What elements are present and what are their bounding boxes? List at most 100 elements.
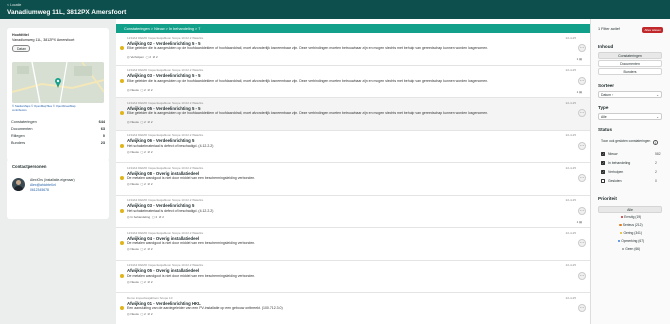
item-tags: ◎ In behandeling ▢ 2 ⊘ 2	[127, 215, 164, 219]
map-attribution-2[interactable]: contributors	[12, 108, 27, 112]
photo-count: 1 ▤	[576, 89, 582, 94]
tab-constateringen[interactable]: Constateringen	[598, 52, 662, 59]
item-meta: Demo inspectiesjabloon Scope 10	[127, 295, 173, 300]
list-item[interactable]: 1234A3 DEMO Inspectiesjabloon Scope 10.0…	[116, 228, 590, 261]
item-title[interactable]: Afwijking 01 - Verdeelinrichting HKL	[127, 301, 201, 306]
info-icon[interactable]: i	[653, 140, 658, 145]
item-description: De metalen wandgoot is niet door middel …	[127, 176, 256, 180]
priority-all[interactable]: Alle	[598, 206, 662, 213]
priority-option[interactable]: Serieus (212)	[611, 223, 651, 227]
stat-label: Bunders	[11, 141, 26, 145]
stat-row[interactable]: Rillegen 0	[11, 134, 105, 138]
priority-label: Serieus (212)	[622, 223, 643, 227]
tab-documenten[interactable]: Documenten	[598, 60, 662, 67]
photo-count: 1 ▤	[576, 57, 582, 61]
status-checkbox[interactable]: ✓ In behandeling 2	[601, 161, 661, 166]
more-options-icon[interactable]: ⋯	[578, 44, 586, 52]
item-title[interactable]: Afwijking 04 - Overig installatiedeel	[127, 236, 199, 241]
item-description: Een aansluiting van de aardegeleider van…	[127, 306, 283, 310]
back-link[interactable]: < Locatie	[7, 3, 21, 7]
tab-bunders[interactable]: Bunders	[598, 68, 662, 75]
more-options-icon[interactable]: ⋯	[578, 141, 586, 150]
attachment-count: 2	[150, 182, 153, 186]
more-options-icon[interactable]: ⋯	[578, 76, 586, 85]
item-description: Elke geleider die is aangesloten op de h…	[127, 111, 489, 115]
findings-list: Constateringen > Nieuw > In behandeling …	[116, 19, 590, 324]
item-date: 22-4-25	[565, 295, 576, 300]
list-item[interactable]: 1234A3 DEMO Inspectiesjabloon Scope 10.0…	[116, 163, 590, 196]
list-item[interactable]: 1234A3 DEMO Inspectiesjabloon Scope 10.0…	[116, 98, 590, 131]
more-options-icon[interactable]: ⋯	[578, 239, 586, 247]
check-icon[interactable]: ✓	[601, 170, 605, 174]
contact-phone[interactable]: 0612345678	[30, 188, 49, 192]
status-checkbox[interactable]: Gesloten 0	[601, 179, 661, 184]
item-status: Nieuw	[130, 279, 139, 284]
item-title[interactable]: Afwijking 03 - Verdeelinrichting 5	[127, 203, 194, 208]
type-select[interactable]: Alle ⌄	[598, 113, 662, 120]
list-item[interactable]: 1234A3 DEMO Inspectiesjabloon Scope 10.0…	[116, 195, 590, 228]
priority-option[interactable]: Geen (66)	[611, 247, 651, 251]
item-title[interactable]: Afwijking 05 - Verdeelinrichting 5 - 5	[127, 106, 201, 111]
sort-select[interactable]: Datum ↑ ⌄	[598, 91, 662, 98]
stat-row[interactable]: Documenten 63	[11, 127, 105, 131]
filter-breadcrumb[interactable]: Constateringen > Nieuw > In behandeling …	[116, 24, 590, 33]
stat-label: Rillegen	[11, 134, 25, 138]
stat-row[interactable]: Bunders 23	[11, 141, 105, 145]
status-checkbox[interactable]: ✓ Verholpen 2	[601, 170, 661, 175]
item-title[interactable]: Afwijking 02 - Verdeelinrichting 5 - 5	[127, 41, 201, 46]
item-date: 22-4-25	[565, 100, 576, 105]
priority-option[interactable]: Gering (341)	[611, 231, 651, 235]
item-title[interactable]: Afwijking 03 - Verdeelinrichting 5 - 5	[127, 73, 201, 78]
priority-dot	[621, 247, 625, 250]
item-title[interactable]: Afwijking 06 - Verdeelinrichting 5	[127, 138, 194, 143]
item-status: Nieuw	[130, 120, 139, 124]
item-status: Nieuw	[130, 149, 139, 154]
list-item[interactable]: 1234A3 DEMO Inspectiesjabloon Scope 10.0…	[116, 33, 590, 66]
tag-chip[interactable]: Datan	[12, 45, 30, 52]
item-title[interactable]: Afwijking 05 - Overig installatiedeel	[127, 268, 199, 273]
list-item[interactable]: 1234A3 DEMO Inspectiesjabloon Scope 10.0…	[116, 65, 590, 98]
attachment-count: 2	[156, 55, 158, 59]
stat-label: Constateringen	[11, 120, 37, 124]
status-checkbox[interactable]: ✓ Nieuw 582	[601, 152, 661, 157]
check-icon[interactable]: ✓	[601, 152, 605, 156]
clear-filters-button[interactable]: Alles wissen	[642, 27, 663, 33]
check-icon[interactable]	[601, 179, 605, 183]
item-tags: ◎ Nieuw ▢ 2 ⊘ 2	[127, 88, 153, 92]
item-meta: 1234A3 DEMO Inspectiesjabloon Scope 10.0…	[127, 198, 204, 202]
comment-count: 2	[144, 87, 146, 92]
more-options-icon[interactable]: ⋯	[578, 304, 586, 312]
item-meta: 1234A3 DEMO Inspectiesjabloon Scope 10.0…	[127, 100, 204, 105]
item-tags: ◎ Verholpen ▢ 2 ⊘ 2	[127, 55, 158, 59]
sort-value: Datum ↑	[601, 93, 614, 97]
attachment-count: 2	[150, 87, 153, 92]
contact-email[interactable]: Alex@ahichtell.nl	[30, 183, 56, 187]
item-date: 22-4-25	[565, 230, 576, 235]
priority-option[interactable]: Opmerking (67)	[611, 239, 651, 243]
priority-dot	[620, 215, 624, 218]
item-status: Verholpen	[130, 55, 144, 59]
status-show-closed[interactable]: Toon ook gesloten constateringen	[601, 139, 651, 143]
priority-title: Prioriteit	[598, 196, 617, 201]
more-options-icon[interactable]: ⋯	[578, 174, 586, 182]
list-item[interactable]: Demo inspectiesjabloon Scope 10 22-4-25 Af…	[116, 293, 590, 324]
top-header: < Locatie Vanadiumweg 11L, 3812PX Amersf…	[0, 0, 670, 19]
location-map[interactable]	[12, 62, 104, 103]
item-meta: 1234A3 DEMO Inspectiesjabloon Scope 10.0…	[127, 35, 204, 40]
item-status: Nieuw	[130, 182, 139, 186]
priority-option[interactable]: Ernstig (19)	[611, 215, 651, 219]
list-item[interactable]: 1234A3 DEMO Inspectiesjabloon Scope 10.0…	[116, 260, 590, 293]
stat-row[interactable]: Constateringen 644	[11, 120, 105, 124]
list-item[interactable]: 1234A3 DEMO Inspectiesjabloon Scope 10.0…	[116, 130, 590, 163]
check-icon[interactable]: ✓	[601, 161, 605, 165]
more-options-icon[interactable]: ⋯	[578, 206, 586, 215]
item-description: Het schakelmateriaal is defect of bescha…	[127, 143, 214, 148]
more-options-icon[interactable]: ⋯	[578, 109, 586, 117]
priority-dot	[120, 273, 124, 278]
priority-dot	[617, 239, 621, 242]
more-options-icon[interactable]: ⋯	[578, 271, 586, 280]
location-tag[interactable]: Datan	[12, 45, 30, 52]
attachment-count: 2	[162, 214, 164, 219]
item-title[interactable]: Afwijking 08 - Overig installatiedeel	[127, 171, 199, 176]
item-description: Elke geleider die is aangesloten op de h…	[127, 46, 489, 50]
